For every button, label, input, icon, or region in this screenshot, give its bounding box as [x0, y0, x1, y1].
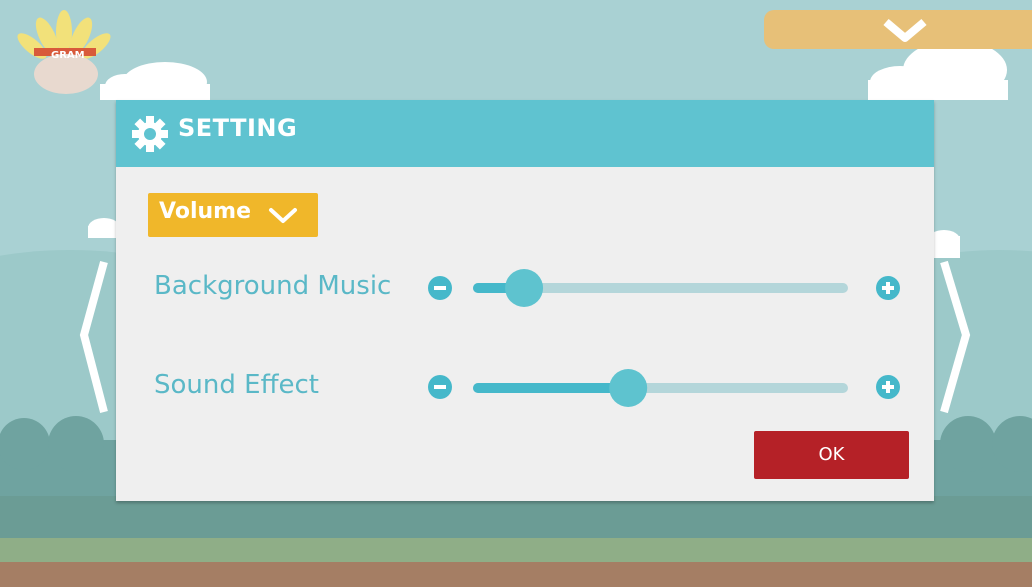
plus-icon: [876, 375, 900, 399]
sound-effect-decrease-button[interactable]: [428, 375, 452, 399]
background-music-decrease-button[interactable]: [428, 276, 452, 300]
sound-effect-label: Sound Effect: [154, 370, 319, 400]
minus-icon: [428, 375, 452, 399]
volume-label: Volume: [159, 199, 251, 224]
feather-headdress-icon: GRAM: [17, 10, 111, 94]
background-music-increase-button[interactable]: [876, 276, 900, 300]
sound-effect-increase-button[interactable]: [876, 375, 900, 399]
top-dropdown-tab[interactable]: [764, 10, 1032, 49]
game-logo: GRAM: [14, 10, 114, 98]
slider-knob[interactable]: [609, 369, 648, 407]
chevron-down-icon: [269, 208, 297, 223]
logo-text: GRAM: [51, 50, 85, 61]
slider-fill: [473, 383, 629, 393]
background-music-slider[interactable]: [473, 268, 853, 308]
settings-panel: SETTING Volume Background Music Sound Ef…: [116, 100, 934, 501]
game-screen: GRAM SETTING Volume Background Music Sou…: [0, 0, 1032, 587]
volume-dropdown-button[interactable]: Volume: [148, 193, 318, 237]
gear-icon: [132, 116, 168, 152]
slider-knob[interactable]: [505, 269, 544, 307]
plus-icon: [876, 276, 900, 300]
minus-icon: [428, 276, 452, 300]
background-music-label: Background Music: [154, 271, 392, 301]
ok-button[interactable]: OK: [754, 431, 909, 479]
settings-title: SETTING: [178, 114, 298, 142]
chevron-down-icon: [883, 18, 927, 42]
sound-effect-slider[interactable]: [473, 368, 853, 408]
settings-header: SETTING: [116, 100, 934, 167]
ok-label: OK: [818, 444, 845, 465]
